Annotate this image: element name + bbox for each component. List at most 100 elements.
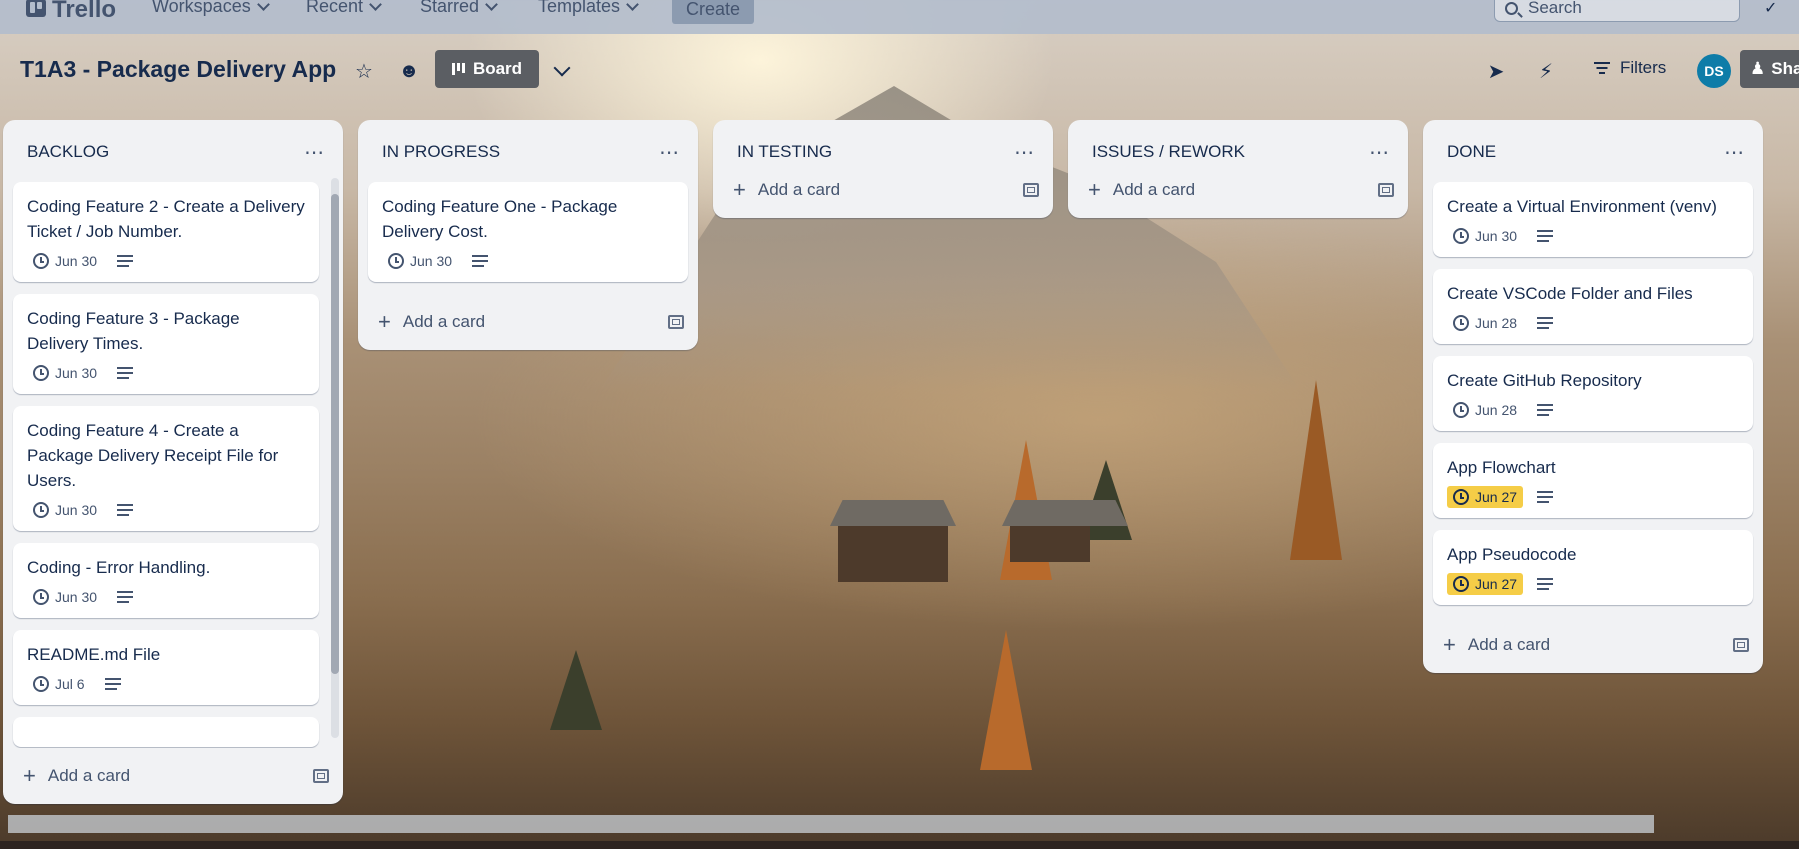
description-icon <box>1537 578 1554 590</box>
automation-icon[interactable]: ⚡ <box>1531 56 1561 86</box>
due-date-badge[interactable]: Jun 30 <box>27 250 103 272</box>
card-title: Coding Feature 2 - Create a Delivery Tic… <box>27 197 305 241</box>
trello-logo[interactable]: Trello <box>26 0 116 24</box>
create-button[interactable]: Create <box>672 0 754 24</box>
list-menu-icon[interactable]: ⋯ <box>659 140 680 165</box>
due-date-badge[interactable]: Jul 6 <box>27 673 91 695</box>
add-card-button[interactable]: + Add a card <box>1088 177 1195 202</box>
card[interactable]: Coding Feature 3 - Package Delivery Time… <box>13 294 319 394</box>
chevron-down-icon <box>256 0 270 11</box>
add-card-button[interactable]: + Add a card <box>733 179 840 201</box>
horizontal-scrollbar[interactable] <box>8 815 1654 833</box>
clock-icon <box>33 676 49 692</box>
list-title[interactable]: IN TESTING <box>737 142 832 162</box>
filters-button[interactable]: Filters <box>1594 58 1666 78</box>
list-menu-icon[interactable]: ⋯ <box>304 140 325 165</box>
due-date-badge[interactable]: Jun 30 <box>382 250 458 272</box>
background-tree <box>980 630 1032 770</box>
add-card-label: Add a card <box>1467 635 1551 654</box>
chevron-down-icon <box>626 0 639 11</box>
add-card-button[interactable]: + Add a card <box>378 309 485 334</box>
list-title[interactable]: IN PROGRESS <box>382 142 500 162</box>
list-scrollbar-thumb[interactable] <box>331 194 339 674</box>
list-title[interactable]: BACKLOG <box>27 142 109 162</box>
card[interactable]: App Pseudocode Jun 27 <box>1433 530 1753 605</box>
card-template-icon[interactable] <box>1733 638 1749 652</box>
plus-icon: + <box>1443 632 1456 657</box>
card[interactable]: Coding Feature One - Package Delivery Co… <box>368 182 688 282</box>
description-icon <box>104 678 121 690</box>
background-tree <box>550 650 602 730</box>
board-view-button[interactable]: Board <box>435 50 539 88</box>
card-title: Create a Virtual Environment (venv) <box>1447 197 1717 216</box>
nav-recent[interactable]: Recent <box>306 0 382 17</box>
notification-icon[interactable]: ✓ <box>1764 0 1777 18</box>
nav-workspaces[interactable]: Workspaces <box>152 0 270 17</box>
card[interactable]: Create a Virtual Environment (venv) Jun … <box>1433 182 1753 257</box>
card[interactable]: Coding - Error Handling. Jun 30 <box>13 543 319 618</box>
list-header: ISSUES / REWORK ⋯ <box>1068 120 1408 182</box>
search-placeholder: Search <box>1528 0 1582 17</box>
list-header: DONE ⋯ <box>1423 120 1763 182</box>
add-card-button[interactable]: + Add a card <box>1443 632 1551 657</box>
description-icon <box>1537 317 1554 329</box>
card[interactable]: Coding Feature 2 - Create a Delivery Tic… <box>13 182 319 282</box>
view-switcher-chevron-icon[interactable] <box>553 59 571 77</box>
card[interactable]: README.md File Jul 6 <box>13 630 319 705</box>
background-mountain <box>600 86 1300 390</box>
description-icon <box>117 504 134 516</box>
nav-templates[interactable]: Templates <box>538 0 639 17</box>
card-template-icon[interactable] <box>1378 183 1394 197</box>
card-template-icon[interactable] <box>313 769 329 783</box>
add-card-row: + Add a card <box>358 294 698 350</box>
card-template-icon[interactable] <box>1023 183 1039 197</box>
due-date: Jun 30 <box>55 589 98 605</box>
description-icon <box>1537 404 1554 416</box>
list-header: IN PROGRESS ⋯ <box>358 120 698 182</box>
card-title: Coding Feature 4 - Create a Package Deli… <box>27 421 279 490</box>
clock-icon <box>1453 402 1469 418</box>
add-card-label: Add a card <box>47 766 131 785</box>
list-menu-icon[interactable]: ⋯ <box>1014 140 1035 165</box>
due-date-badge[interactable]: Jun 30 <box>1447 225 1523 247</box>
description-icon <box>1537 230 1554 242</box>
share-button[interactable]: ♟ Sha <box>1740 50 1799 88</box>
due-date-badge[interactable]: Jun 30 <box>27 362 103 384</box>
description-icon <box>117 255 134 267</box>
list-title[interactable]: DONE <box>1447 142 1496 162</box>
app-switcher-icon[interactable] <box>6 6 16 16</box>
visibility-icon[interactable]: ☻ <box>394 56 424 86</box>
plus-icon: + <box>1088 177 1101 202</box>
card[interactable]: App Flowchart Jun 27 <box>1433 443 1753 518</box>
due-date-badge-due-soon[interactable]: Jun 27 <box>1447 573 1524 595</box>
power-ups-icon[interactable]: ➤ <box>1481 56 1511 86</box>
top-navigation: Trello Workspaces Recent Starred Templat… <box>0 0 1799 34</box>
card-title: Create VSCode Folder and Files <box>1447 284 1693 303</box>
list-menu-icon[interactable]: ⋯ <box>1724 140 1745 165</box>
list-in-progress: IN PROGRESS ⋯ Coding Feature One - Packa… <box>358 120 698 350</box>
due-date: Jul 6 <box>55 676 85 692</box>
card[interactable]: Coding Feature 4 - Create a Package Deli… <box>13 406 319 531</box>
add-card-button[interactable]: + Add a card <box>23 765 131 787</box>
due-date: Jun 30 <box>55 365 98 381</box>
due-date-badge[interactable]: Jun 30 <box>27 586 103 608</box>
board-title[interactable]: T1A3 - Package Delivery App <box>20 56 336 83</box>
avatar[interactable]: DS <box>1697 54 1731 88</box>
nav-starred[interactable]: Starred <box>420 0 498 17</box>
card-partial[interactable] <box>13 717 319 747</box>
card-template-icon[interactable] <box>668 315 684 329</box>
list-title[interactable]: ISSUES / REWORK <box>1092 142 1245 162</box>
background-hut <box>1010 522 1090 562</box>
search-input[interactable]: Search <box>1494 0 1740 22</box>
due-date-badge[interactable]: Jun 28 <box>1447 399 1523 421</box>
card[interactable]: Create VSCode Folder and Files Jun 28 <box>1433 269 1753 344</box>
due-date-badge[interactable]: Jun 28 <box>1447 312 1523 334</box>
due-date: Jun 30 <box>55 502 98 518</box>
due-date-badge-due-soon[interactable]: Jun 27 <box>1447 486 1524 508</box>
list-menu-icon[interactable]: ⋯ <box>1369 140 1390 165</box>
card[interactable]: Create GitHub Repository Jun 28 <box>1433 356 1753 431</box>
plus-icon: + <box>378 309 391 334</box>
star-icon[interactable]: ☆ <box>349 56 379 86</box>
card-title: Create GitHub Repository <box>1447 371 1642 390</box>
due-date-badge[interactable]: Jun 30 <box>27 499 103 521</box>
